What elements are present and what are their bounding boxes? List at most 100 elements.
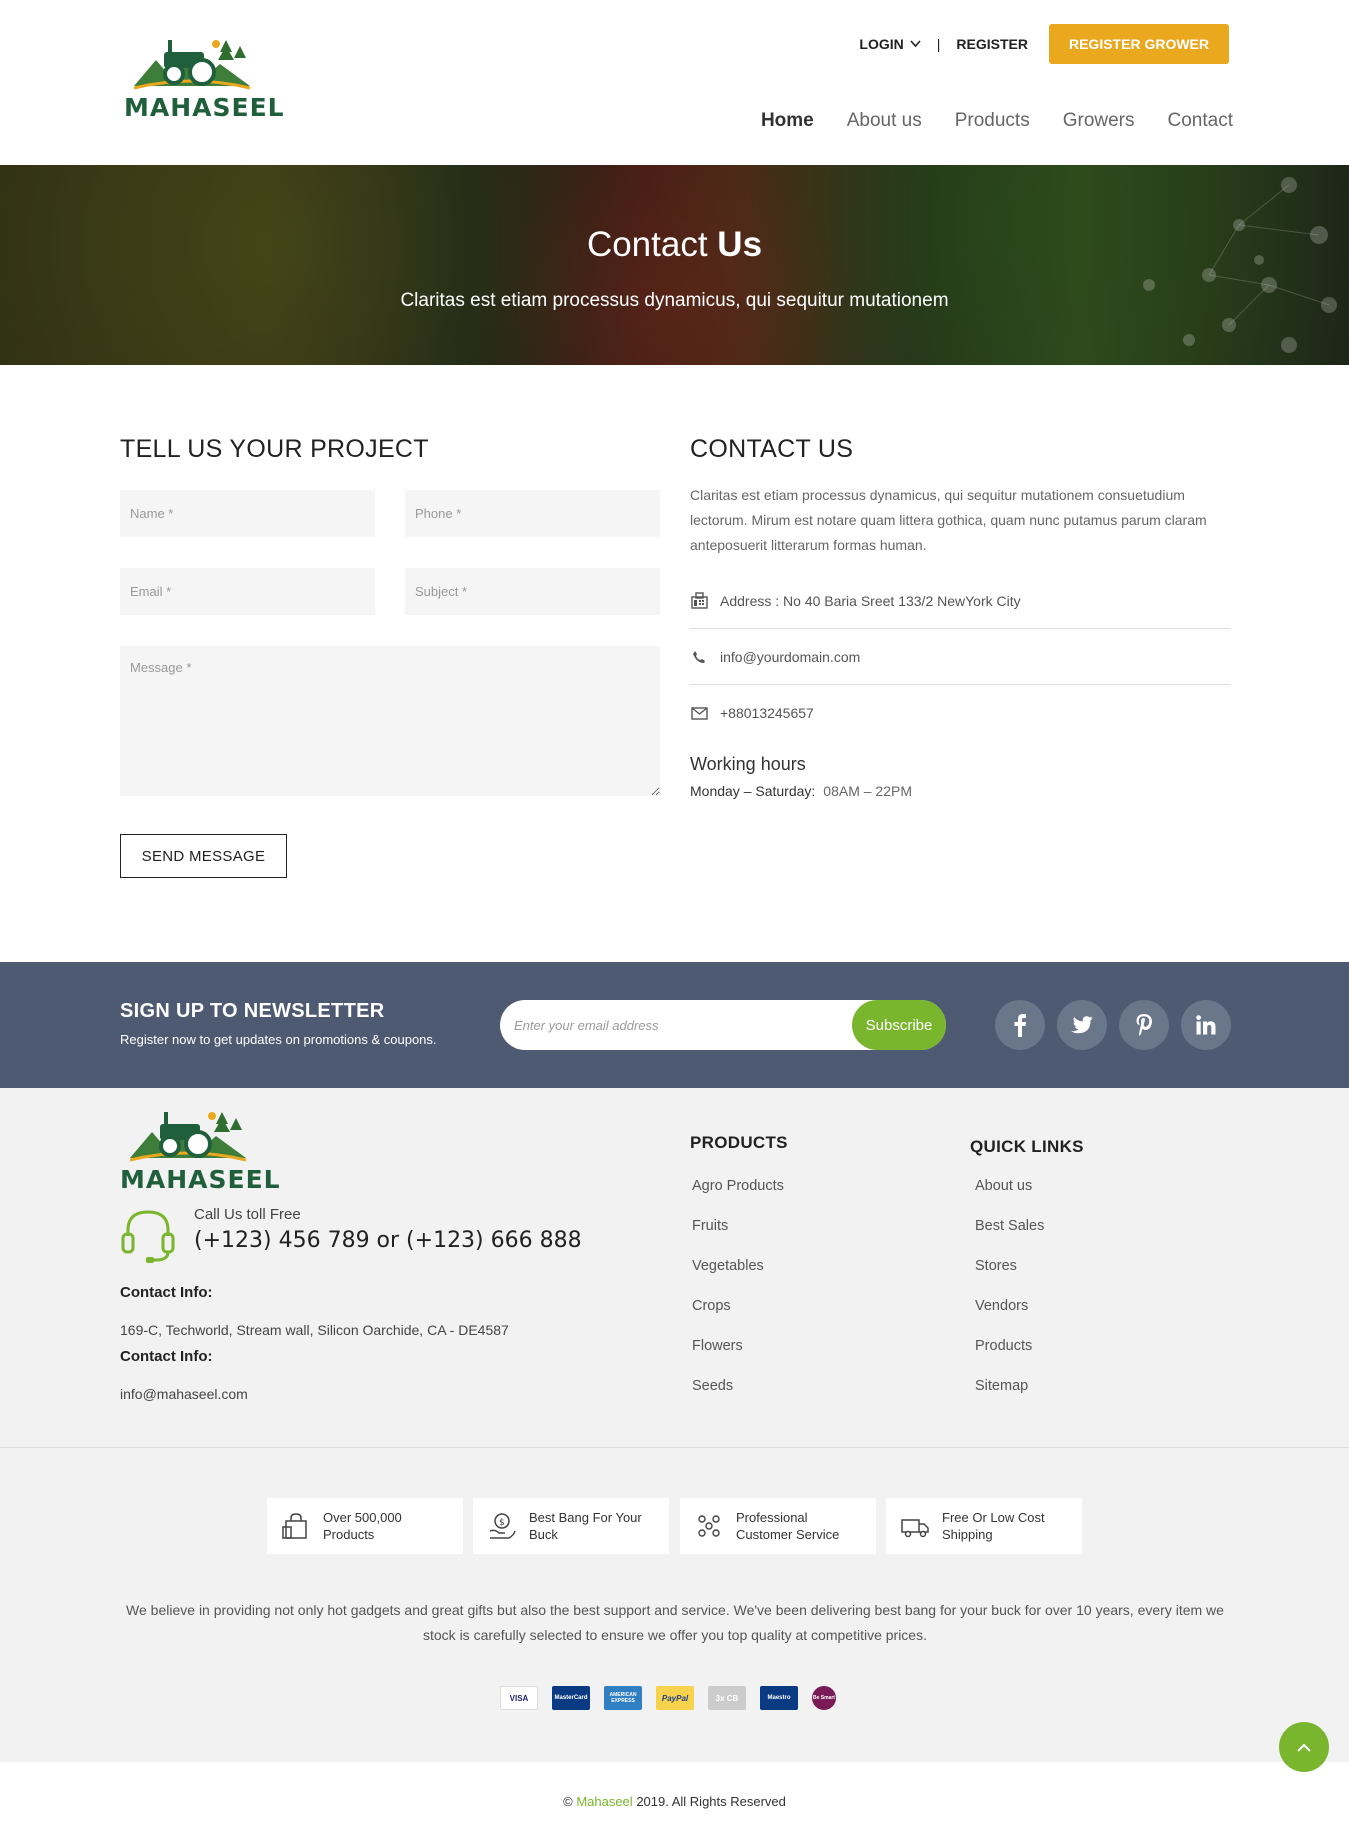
newsletter-title: SIGN UP TO NEWSLETTER	[120, 1000, 385, 1022]
footer-link-fruits[interactable]: Fruits	[692, 1218, 728, 1234]
page-title: Contact Us	[0, 225, 1349, 265]
working-hours: Monday – Saturday: 08AM – 22PM	[690, 783, 912, 799]
site-logo[interactable]: MAHASEEL	[124, 34, 284, 122]
copyright-suffix: 2019. All Rights Reserved	[636, 1794, 786, 1809]
footer-link-flowers[interactable]: Flowers	[692, 1338, 743, 1354]
feature-line: Shipping	[942, 1527, 993, 1542]
quick-links-column-title: QUICK LINKS	[970, 1137, 1084, 1156]
page-title-light: Contact	[586, 225, 708, 264]
subject-input[interactable]	[405, 568, 660, 615]
footer-link-best-sales[interactable]: Best Sales	[975, 1218, 1044, 1234]
phone-input[interactable]	[405, 490, 660, 537]
send-message-button[interactable]: SEND MESSAGE	[120, 834, 287, 878]
footer-link-sitemap[interactable]: Sitemap	[975, 1378, 1028, 1394]
feature-customer-service: Professional Customer Service	[680, 1498, 876, 1554]
maestro-logo: Maestro	[760, 1686, 798, 1710]
subscribe-button[interactable]: Subscribe	[852, 1000, 946, 1050]
twitter-icon[interactable]	[1057, 1000, 1107, 1050]
feature-products: Over 500,000 Products	[267, 1498, 463, 1554]
contact-info-title: Contact Info:	[120, 1348, 213, 1365]
pinterest-icon[interactable]	[1119, 1000, 1169, 1050]
feature-text: Free Or Low Cost Shipping	[942, 1509, 1045, 1543]
nav-growers[interactable]: Growers	[1063, 110, 1135, 132]
footer-link-vegetables[interactable]: Vegetables	[692, 1258, 764, 1274]
svg-text:$: $	[499, 1518, 505, 1528]
truck-icon	[901, 1519, 929, 1538]
message-textarea[interactable]	[120, 646, 660, 796]
nav-about-us[interactable]: About us	[847, 110, 922, 132]
headset-icon	[121, 1210, 175, 1263]
social-links	[995, 1000, 1231, 1050]
feature-shipping: Free Or Low Cost Shipping	[886, 1498, 1082, 1554]
phone-row: +88013245657	[690, 685, 1230, 741]
feature-text: Over 500,000 Products	[323, 1509, 402, 1543]
name-input[interactable]	[120, 490, 375, 537]
copyright-symbol: ©	[563, 1794, 573, 1809]
hero-banner: Contact Us Claritas est etiam processus …	[0, 165, 1349, 365]
newsletter-email-input[interactable]	[514, 1000, 844, 1050]
call-label: Call Us toll Free	[194, 1206, 301, 1223]
cb-logo: 3x CB	[708, 1686, 746, 1710]
footer-address: 169-C, Techworld, Stream wall, Silicon O…	[120, 1322, 509, 1338]
footer-email[interactable]: info@mahaseel.com	[120, 1386, 248, 1402]
nav-home[interactable]: Home	[761, 110, 814, 132]
facebook-icon[interactable]	[995, 1000, 1045, 1050]
footer-link-agro-products[interactable]: Agro Products	[692, 1178, 784, 1194]
mastercard-logo: MasterCard	[552, 1686, 590, 1710]
email-text[interactable]: info@yourdomain.com	[720, 649, 860, 665]
paypal-logo: PayPal	[656, 1686, 694, 1710]
linkedin-icon[interactable]	[1181, 1000, 1231, 1050]
besmart-logo: Be Smart	[812, 1686, 836, 1710]
chevron-up-icon	[1297, 1743, 1311, 1752]
footer-link-vendors[interactable]: Vendors	[975, 1298, 1028, 1314]
footer-link-seeds[interactable]: Seeds	[692, 1378, 733, 1394]
nav-products[interactable]: Products	[955, 110, 1030, 132]
working-days: Monday – Saturday:	[690, 783, 816, 799]
nav-contact[interactable]: Contact	[1168, 110, 1233, 132]
visa-logo: VISA	[500, 1686, 538, 1710]
working-time: 08AM – 22PM	[823, 783, 913, 799]
shopping-bag-icon	[282, 1513, 307, 1539]
products-column-title: PRODUCTS	[690, 1133, 788, 1152]
scroll-to-top-button[interactable]	[1279, 1722, 1329, 1772]
about-text: We believe in providing not only hot gad…	[126, 1602, 1224, 1643]
register-link[interactable]: REGISTER	[956, 36, 1028, 52]
site-footer: MAHASEEL Call Us toll Free (+123) 456 78…	[0, 1088, 1349, 1448]
form-title: TELL US YOUR PROJECT	[120, 435, 429, 463]
copyright-text: © Mahaseel 2019. All Rights Reserved	[0, 1794, 1349, 1809]
register-grower-button[interactable]: REGISTER GROWER	[1048, 24, 1229, 64]
logo-text: MAHASEEL	[124, 93, 285, 122]
tractor-logo-icon	[134, 40, 250, 90]
footer-link-about-us[interactable]: About us	[975, 1178, 1032, 1194]
contact-info-title: Contact Info:	[120, 1284, 213, 1301]
feature-best-bang: $ Best Bang For Your Buck	[473, 1498, 669, 1554]
newsletter-subtitle: Register now to get updates on promotion…	[120, 1032, 437, 1047]
phone-icon	[690, 648, 708, 666]
footer-logo[interactable]: MAHASEEL	[120, 1106, 280, 1194]
email-input[interactable]	[120, 568, 375, 615]
page-title-bold: Us	[717, 225, 763, 264]
amex-logo: AMERICAN EXPRESS	[604, 1686, 642, 1710]
working-hours-title: Working hours	[690, 754, 806, 774]
footer-link-crops[interactable]: Crops	[692, 1298, 731, 1314]
footer-link-stores[interactable]: Stores	[975, 1258, 1017, 1274]
copyright-bar: © Mahaseel 2019. All Rights Reserved	[0, 1762, 1349, 1830]
feature-line: Customer Service	[736, 1527, 840, 1542]
network-dots-decoration	[1143, 177, 1337, 353]
footer-link-products[interactable]: Products	[975, 1338, 1032, 1354]
site-header: MAHASEEL LOGIN | REGISTER REGISTER GROWE…	[0, 0, 1349, 165]
call-number[interactable]: (+123) 456 789 or (+123) 666 888	[194, 1228, 582, 1253]
contact-title: CONTACT US	[690, 435, 854, 463]
email-row: info@yourdomain.com	[690, 629, 1230, 685]
tractor-logo-icon	[130, 1112, 246, 1162]
envelope-icon	[690, 704, 708, 722]
copyright-brand-link[interactable]: Mahaseel	[576, 1794, 632, 1809]
top-bar: LOGIN | REGISTER REGISTER GROWER	[859, 24, 1229, 64]
feature-line: Products	[323, 1527, 375, 1542]
contact-description: Claritas est etiam processus dynamicus, …	[690, 487, 1207, 553]
feature-line: Over 500,000	[323, 1510, 402, 1525]
phone-text[interactable]: +88013245657	[720, 705, 814, 721]
feature-text: Professional Customer Service	[736, 1509, 839, 1543]
login-dropdown[interactable]: LOGIN	[859, 36, 921, 52]
payment-methods: VISA MasterCard AMERICAN EXPRESS PayPal …	[500, 1686, 836, 1710]
